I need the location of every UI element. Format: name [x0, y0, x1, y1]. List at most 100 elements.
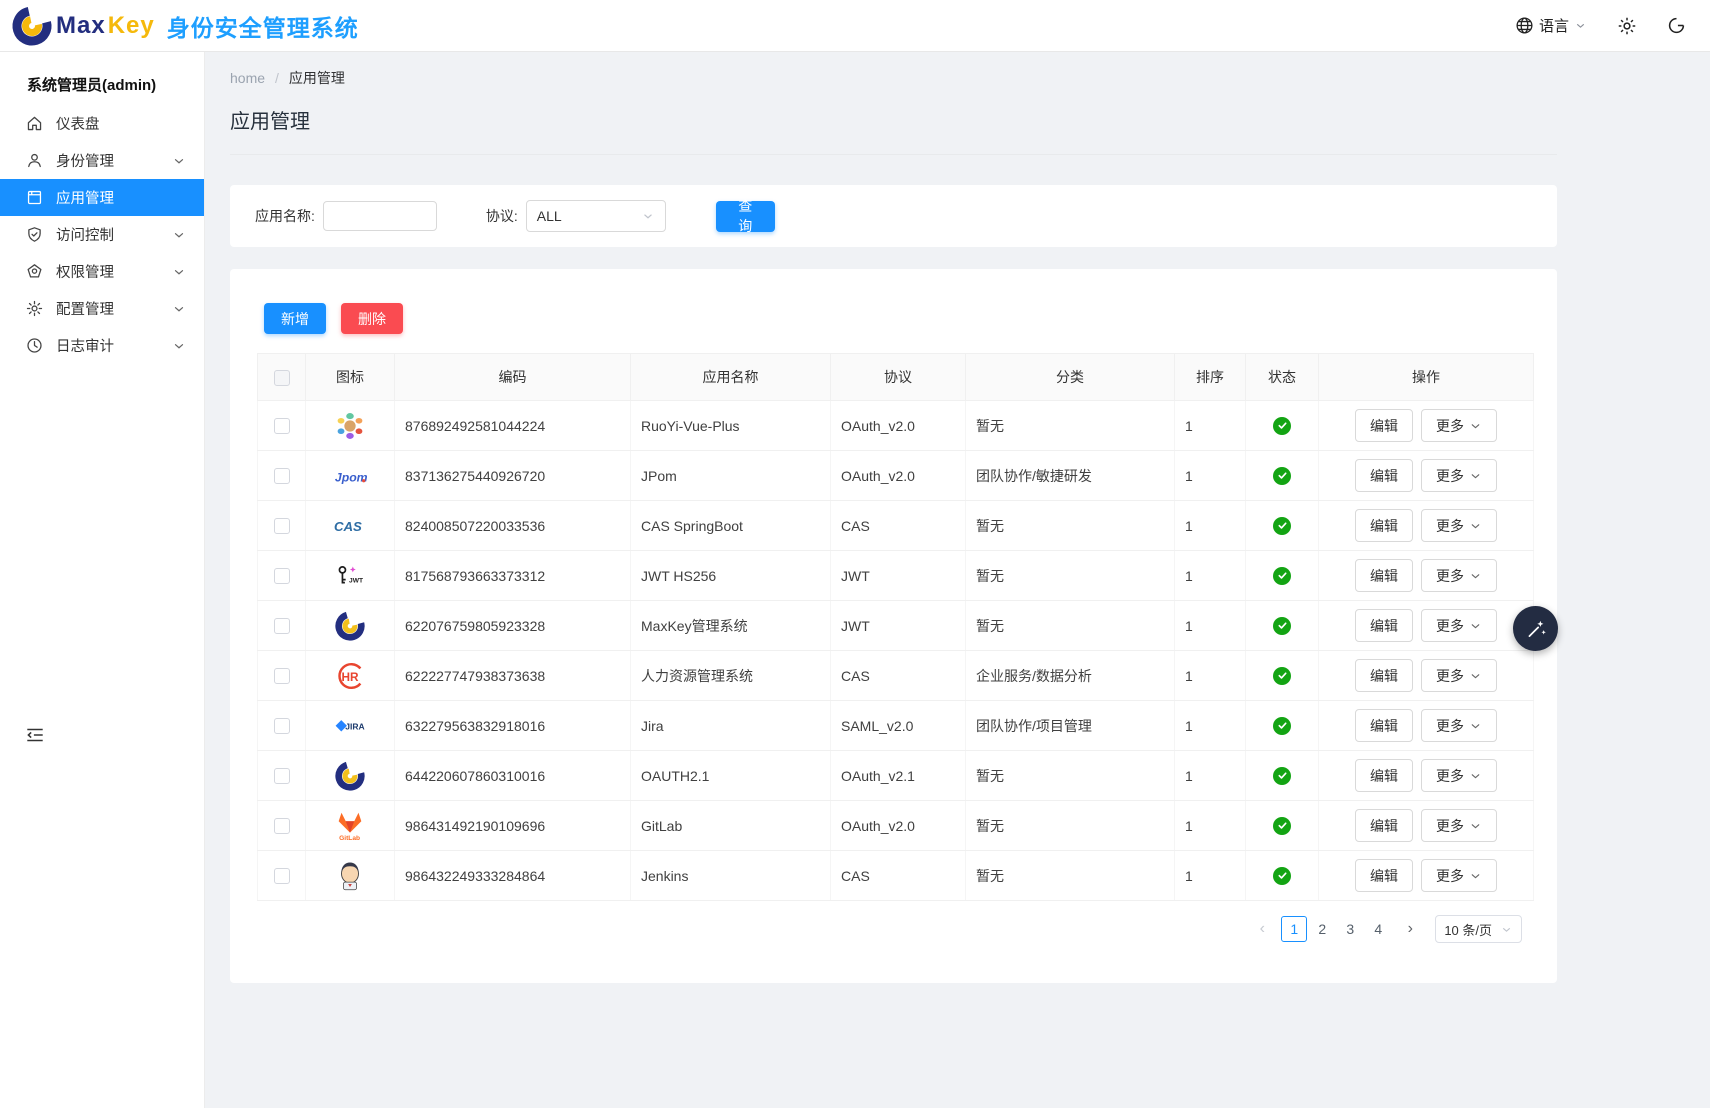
status-enabled-icon [1273, 817, 1291, 835]
sidebar-item-6[interactable]: 配置管理 [0, 290, 204, 327]
more-button[interactable]: 更多 [1421, 559, 1497, 592]
logout-button[interactable] [1667, 16, 1686, 35]
app-category: 暂无 [966, 801, 1175, 851]
search-button[interactable]: 查询 [716, 201, 775, 232]
breadcrumb-home[interactable]: home [230, 70, 265, 86]
column-header: 排序 [1175, 354, 1246, 401]
sidebar-item-3[interactable]: 应用管理 [0, 179, 204, 216]
status-enabled-icon [1273, 567, 1291, 585]
more-button[interactable]: 更多 [1421, 509, 1497, 542]
floating-tool-button[interactable] [1513, 606, 1558, 651]
filter-bar: 应用名称: 协议: ALL 查询 [230, 185, 1557, 247]
more-button[interactable]: 更多 [1421, 759, 1497, 792]
chevron-down-icon [1469, 569, 1482, 582]
table-row: 622076759805923328 MaxKey管理系统 JWT 暂无 1 编… [258, 601, 1534, 651]
row-checkbox[interactable] [274, 518, 290, 534]
column-header: 协议 [831, 354, 966, 401]
edit-button[interactable]: 编辑 [1355, 609, 1413, 642]
app-code: 986432249333284864 [395, 851, 631, 901]
page-button-2[interactable]: 2 [1309, 916, 1335, 942]
app-category: 暂无 [966, 601, 1175, 651]
page-button-1[interactable]: 1 [1281, 916, 1307, 942]
select-all-checkbox[interactable] [274, 370, 290, 386]
delete-button[interactable]: 删除 [341, 303, 403, 334]
table-row: JIRA 632279563832918016 Jira SAML_v2.0 团… [258, 701, 1534, 751]
app-sort: 1 [1175, 851, 1246, 901]
edit-button[interactable]: 编辑 [1355, 559, 1413, 592]
app-protocol: JWT [831, 551, 966, 601]
edit-button[interactable]: 编辑 [1355, 759, 1413, 792]
app-code: 644220607860310016 [395, 751, 631, 801]
column-header: 编码 [395, 354, 631, 401]
app-name-input[interactable] [323, 201, 437, 231]
app-category: 暂无 [966, 501, 1175, 551]
edit-button[interactable]: 编辑 [1355, 409, 1413, 442]
sidebar-item-4[interactable]: 访问控制 [0, 216, 204, 253]
row-checkbox[interactable] [274, 668, 290, 684]
app-sort: 1 [1175, 451, 1246, 501]
more-button[interactable]: 更多 [1421, 659, 1497, 692]
more-button[interactable]: 更多 [1421, 709, 1497, 742]
settings-button[interactable] [1617, 16, 1637, 36]
chevron-down-icon [1469, 719, 1482, 732]
app-name: RuoYi-Vue-Plus [631, 401, 831, 451]
more-button[interactable]: 更多 [1421, 459, 1497, 492]
edit-button[interactable]: 编辑 [1355, 709, 1413, 742]
chevron-down-icon [172, 339, 186, 353]
jwt-logo: JWT [333, 559, 367, 593]
sidebar-item-label: 访问控制 [56, 224, 172, 245]
sidebar-item-2[interactable]: 身份管理 [0, 142, 204, 179]
magic-wand-icon [1524, 617, 1548, 641]
sidebar-item-5[interactable]: 权限管理 [0, 253, 204, 290]
column-header: 状态 [1246, 354, 1319, 401]
clock-icon [26, 337, 43, 354]
sidebar-item-1[interactable]: 仪表盘 [0, 105, 204, 142]
status-enabled-icon [1273, 667, 1291, 685]
table-row: HR 622227747938373638 人力资源管理系统 CAS 企业服务/… [258, 651, 1534, 701]
status-enabled-icon [1273, 717, 1291, 735]
row-checkbox[interactable] [274, 718, 290, 734]
row-checkbox[interactable] [274, 468, 290, 484]
ruoyi-logo [333, 409, 367, 443]
current-user-label: 系统管理员(admin) [0, 52, 204, 105]
prev-page-button[interactable]: ‹ [1253, 916, 1271, 942]
edit-button[interactable]: 编辑 [1355, 659, 1413, 692]
collapse-sidebar-button[interactable] [24, 725, 46, 745]
page-size-select[interactable]: 10 条/页 [1435, 915, 1522, 943]
app-sort: 1 [1175, 801, 1246, 851]
edit-button[interactable]: 编辑 [1355, 459, 1413, 492]
more-button[interactable]: 更多 [1421, 859, 1497, 892]
app-protocol: OAuth_v2.1 [831, 751, 966, 801]
table-header-row: 图标编码应用名称协议分类排序状态操作 [258, 354, 1534, 401]
language-menu[interactable]: 语言 [1515, 15, 1587, 36]
more-button[interactable]: 更多 [1421, 809, 1497, 842]
row-checkbox[interactable] [274, 868, 290, 884]
language-label: 语言 [1539, 15, 1569, 36]
page-button-4[interactable]: 4 [1365, 916, 1391, 942]
edit-button[interactable]: 编辑 [1355, 809, 1413, 842]
more-button[interactable]: 更多 [1421, 609, 1497, 642]
add-button[interactable]: 新增 [264, 303, 326, 334]
row-checkbox[interactable] [274, 618, 290, 634]
protocol-select[interactable]: ALL [526, 200, 666, 232]
page-button-3[interactable]: 3 [1337, 916, 1363, 942]
chevron-down-icon [1469, 769, 1482, 782]
svg-text:JIRA: JIRA [345, 721, 364, 731]
row-checkbox[interactable] [274, 568, 290, 584]
sidebar-item-7[interactable]: 日志审计 [0, 327, 204, 364]
home-icon [26, 115, 43, 132]
row-checkbox[interactable] [274, 418, 290, 434]
app-sort: 1 [1175, 601, 1246, 651]
edit-button[interactable]: 编辑 [1355, 859, 1413, 892]
more-button[interactable]: 更多 [1421, 409, 1497, 442]
status-enabled-icon [1273, 467, 1291, 485]
hr-logo: HR [333, 659, 367, 693]
next-page-button[interactable]: › [1401, 916, 1419, 942]
row-checkbox[interactable] [274, 768, 290, 784]
app-code: 876892492581044224 [395, 401, 631, 451]
chevron-down-icon [1469, 519, 1482, 532]
edit-button[interactable]: 编辑 [1355, 509, 1413, 542]
toolbar: 新增 删除 [264, 303, 1530, 334]
row-checkbox[interactable] [274, 818, 290, 834]
app-protocol: OAuth_v2.0 [831, 801, 966, 851]
